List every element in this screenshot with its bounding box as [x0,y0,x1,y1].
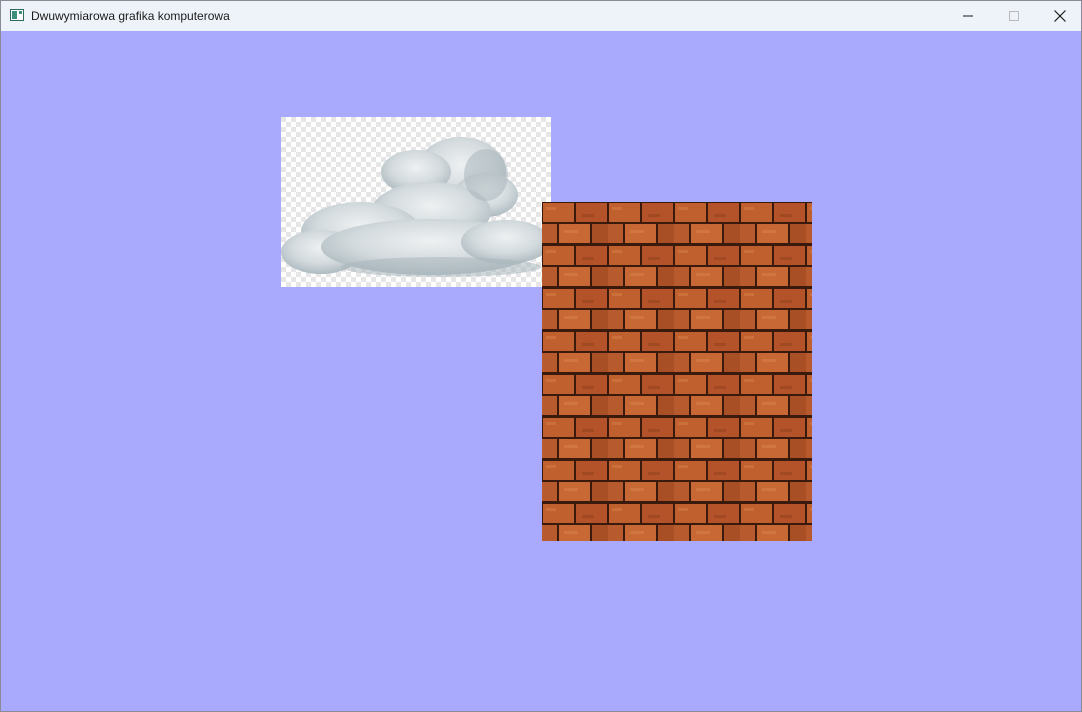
window-title: Dwuwymiarowa grafika komputerowa [31,9,230,23]
maximize-button[interactable] [991,1,1037,31]
app-window-icon [10,9,24,21]
maximize-icon [1009,11,1019,21]
title-bar[interactable]: Dwuwymiarowa grafika komputerowa [1,1,1081,31]
minimize-button[interactable] [945,1,991,31]
close-button[interactable] [1037,1,1081,31]
drawing-canvas[interactable] [1,31,1081,711]
cloud-sprite [281,117,551,287]
app-window: Dwuwymiarowa grafika komputerowa [0,0,1082,712]
close-icon [1054,10,1066,22]
minimize-icon [963,15,973,17]
brick-wall-sprite [542,202,812,541]
